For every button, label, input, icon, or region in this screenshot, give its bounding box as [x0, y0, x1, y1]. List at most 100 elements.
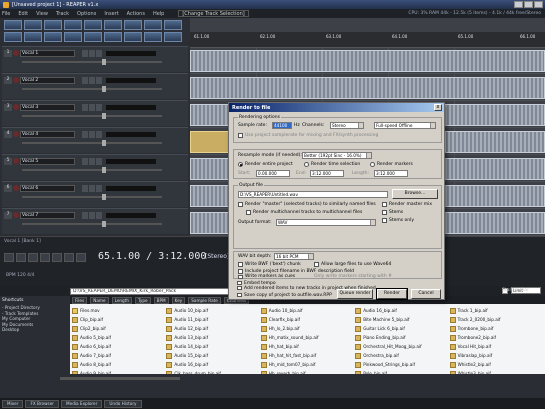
file-item[interactable]: Audio 13_bip.aif — [166, 333, 258, 342]
track-name[interactable]: Vocal 7 — [20, 212, 75, 219]
write-bwf-checkbox[interactable] — [238, 262, 243, 267]
file-item[interactable]: Trombone2_bip.aif — [449, 333, 542, 342]
menu-file[interactable]: File — [2, 11, 10, 17]
browse-button[interactable]: Browse... — [392, 189, 438, 199]
mute-solo-buttons[interactable] — [82, 77, 102, 84]
track-4[interactable]: 4 Vocal 4 — [2, 127, 188, 153]
volume-fader[interactable] — [22, 86, 162, 92]
column-header[interactable]: Name — [90, 296, 109, 304]
large-files-checkbox[interactable] — [314, 262, 319, 267]
column-header[interactable]: Type — [135, 296, 151, 304]
record-button[interactable] — [52, 253, 62, 262]
file-item[interactable]: Hh_hat_hit_fast_bip.aif — [260, 351, 353, 360]
record-arm-button[interactable] — [13, 131, 19, 137]
record-arm-button[interactable] — [13, 50, 19, 56]
multichannel-checkbox[interactable] — [246, 210, 251, 215]
timeline-ruler[interactable]: 61.1.00 62.1.00 63.1.00 64.1.00 65.1.00 … — [190, 32, 545, 48]
output-format-dropdown[interactable]: WAV — [276, 219, 376, 226]
track-selector[interactable]: [Change Track Selection] — [178, 10, 249, 17]
sample-rate-field[interactable]: 44100 — [272, 122, 292, 129]
file-item[interactable]: Audio 7_bip.aif — [72, 351, 164, 360]
metronome-button[interactable] — [124, 20, 142, 30]
track-lane[interactable] — [190, 48, 545, 74]
file-item[interactable]: Guitar Lick 6_bip.aif — [355, 324, 447, 333]
file-item[interactable]: Audio 14_bip.aif — [166, 342, 258, 351]
embed-tempo-checkbox[interactable] — [237, 281, 242, 285]
stems-checkbox[interactable] — [382, 210, 387, 215]
track-lane[interactable] — [190, 75, 545, 101]
end-field[interactable]: 3:12.000 — [310, 170, 344, 177]
column-header[interactable]: Files — [72, 296, 88, 304]
mute-solo-buttons[interactable] — [82, 212, 102, 219]
maximize-button[interactable] — [524, 1, 533, 8]
tab-mixer[interactable]: Mixer — [2, 399, 24, 408]
play-button[interactable] — [28, 253, 38, 262]
ripple-button[interactable] — [4, 32, 22, 42]
menu-options[interactable]: Options — [77, 11, 96, 17]
stems-only-checkbox[interactable] — [382, 218, 387, 223]
crossfade-button[interactable] — [64, 32, 82, 42]
undo-button[interactable] — [84, 20, 102, 30]
file-item[interactable]: Hh_lo_2.bip.aif — [260, 324, 353, 333]
record-arm-button[interactable] — [13, 185, 19, 191]
include-project-checkbox[interactable] — [238, 269, 243, 274]
snap-button[interactable] — [144, 20, 162, 30]
stop-button[interactable] — [16, 253, 26, 262]
menu-insert[interactable]: Insert — [104, 11, 118, 17]
channels-dropdown[interactable]: Stereo — [330, 122, 364, 129]
track-name[interactable]: Vocal 2 — [20, 77, 75, 84]
track-name[interactable]: Vocal 4 — [20, 131, 75, 138]
minimize-button[interactable] — [514, 1, 523, 8]
track-1[interactable]: 1 Vocal 1 — [2, 46, 188, 72]
file-item[interactable]: Orchestral_Hit_Moog_bip.aif — [355, 342, 447, 351]
track-7[interactable]: 7 Vocal 7 — [2, 208, 188, 234]
file-item[interactable]: Orchestra_bip.aif — [355, 351, 447, 360]
track-6[interactable]: 6 Vocal 6 — [2, 181, 188, 207]
volume-fader[interactable] — [22, 221, 162, 227]
file-item[interactable]: Track 2_0200_bip.aif — [449, 315, 542, 324]
output-path-field[interactable]: D:\VS_REAPER\Untitled.wav — [238, 191, 388, 198]
menu-edit[interactable]: Edit — [18, 11, 28, 17]
start-field[interactable]: 0.00.000 — [256, 170, 290, 177]
mute-solo-buttons[interactable] — [82, 131, 102, 138]
new-project-button[interactable] — [4, 20, 22, 30]
file-item[interactable]: Vocal Hit_bip.aif — [449, 342, 542, 351]
file-item[interactable]: Audio 15_bip.aif — [166, 351, 258, 360]
render-speed-dropdown[interactable]: Full-speed Offline — [374, 122, 436, 129]
lock-button[interactable] — [84, 32, 102, 42]
render-entire-project-radio[interactable] — [238, 162, 243, 167]
volume-fader[interactable] — [22, 194, 162, 200]
file-item[interactable]: Clip_bip.aif — [72, 315, 164, 324]
file-item[interactable]: Hh_mid_tom07_bip.aif — [260, 360, 353, 369]
pause-button[interactable] — [40, 253, 50, 262]
volume-fader[interactable] — [22, 59, 162, 65]
record-arm-button[interactable] — [13, 77, 19, 83]
menu-track[interactable]: Track — [56, 11, 69, 17]
record-arm-button[interactable] — [13, 158, 19, 164]
volume-fader[interactable] — [22, 140, 162, 146]
render-markers-radio[interactable] — [370, 162, 375, 167]
file-item[interactable]: Clip2_bip.aif — [72, 324, 164, 333]
glue-button[interactable] — [164, 32, 182, 42]
file-item[interactable]: Audio 8_bip.aif — [72, 360, 164, 369]
wav-bit-depth-dropdown[interactable]: 16 bit PCM — [274, 253, 314, 260]
file-item[interactable]: Vibraslap_bip.aif — [449, 351, 542, 360]
save-project-button[interactable] — [44, 20, 62, 30]
record-arm-button[interactable] — [13, 212, 19, 218]
use-project-rate-checkbox[interactable] — [238, 133, 243, 138]
render-time-selection-radio[interactable] — [304, 162, 309, 167]
volume-fader[interactable] — [22, 167, 162, 173]
column-header[interactable]: Key — [171, 296, 186, 304]
tab-fx-browser[interactable]: FX Browser — [25, 399, 60, 408]
track-5[interactable]: 5 Vocal 5 — [2, 154, 188, 180]
file-item[interactable]: Audio 11_bip.aif — [166, 315, 258, 324]
cancel-button[interactable]: Cancel — [411, 289, 441, 299]
file-item[interactable]: Files.mov — [72, 306, 164, 315]
menu-actions[interactable]: Actions — [127, 11, 145, 17]
tempo-display[interactable]: BPM 120 4/4 — [6, 273, 34, 278]
file-item[interactable]: Hh_matix_sound_bip.aif — [260, 333, 353, 342]
track-3[interactable]: 3 Vocal 3 — [2, 100, 188, 126]
render-button[interactable]: Render — [376, 288, 408, 300]
preview-volume-slider[interactable] — [60, 377, 180, 380]
grid-button[interactable] — [164, 20, 182, 30]
